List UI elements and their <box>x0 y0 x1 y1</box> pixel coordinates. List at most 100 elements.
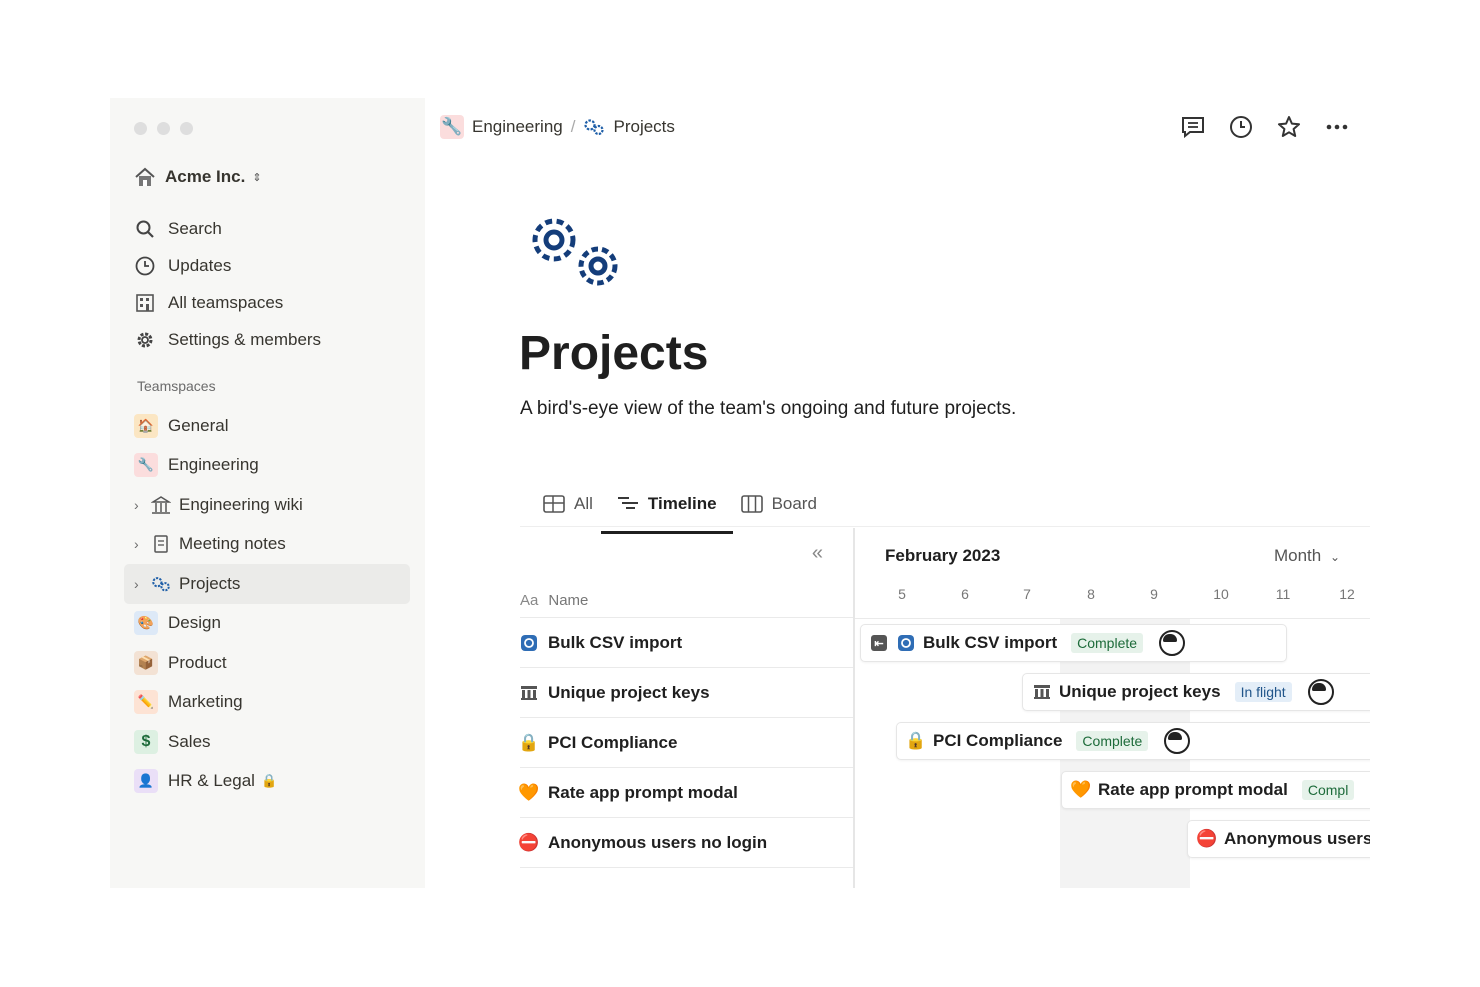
sidebar-item-meeting-notes[interactable]: › Meeting notes <box>124 525 410 565</box>
notebook-icon <box>151 534 171 554</box>
tab-board[interactable]: Board <box>729 488 829 520</box>
timeline-bar[interactable]: 🧡 Rate app prompt modal Compl <box>1061 771 1370 809</box>
sidebar-item-all-teamspaces[interactable]: All teamspaces <box>134 284 321 321</box>
table-row[interactable]: 🧡 Rate app prompt modal <box>518 768 853 818</box>
bar-name: Unique project keys <box>1059 682 1221 701</box>
table-row[interactable]: 🔒 PCI Compliance <box>518 718 853 768</box>
heart-icon: 🧡 <box>518 782 540 802</box>
table-header-name[interactable]: Aa Name <box>520 583 853 618</box>
breadcrumb-projects[interactable]: Projects <box>613 117 674 137</box>
main-content: 🔧 Engineering / Projects Projects A bird… <box>425 98 1370 888</box>
page-actions <box>1180 114 1350 140</box>
comments-button[interactable] <box>1180 114 1206 140</box>
wrench-icon: 🔧 <box>134 453 158 478</box>
timeline-grid: February 2023 Month ⌄ 5 6 7 8 9 10 11 12… <box>855 528 1370 888</box>
more-button[interactable] <box>1324 114 1350 140</box>
table-rows: Bulk CSV import Unique project keys 🔒 PC… <box>518 618 853 868</box>
clock-icon <box>134 255 156 277</box>
avatar <box>1307 679 1334 705</box>
status-badge: Complete <box>1071 633 1144 653</box>
table-row[interactable]: Bulk CSV import <box>520 618 853 668</box>
tabs-divider <box>520 526 1370 527</box>
timeline-bar[interactable]: ⛔ Anonymous users <box>1187 820 1370 858</box>
tab-all[interactable]: All <box>531 488 605 520</box>
minimize-window-button[interactable] <box>157 122 170 135</box>
status-badge: Complete <box>1076 731 1149 751</box>
import-icon <box>520 634 538 652</box>
sidebar-item-settings[interactable]: Settings & members <box>134 321 321 358</box>
day-label: 7 <box>1023 586 1031 602</box>
teamspace-list: 🏠 General 🔧 Engineering › Engineering wi… <box>124 406 410 801</box>
columns-icon <box>1033 683 1051 701</box>
timeline-bar[interactable]: Unique project keys In flight <box>1022 673 1370 711</box>
sidebar-item-label: Engineering <box>168 455 259 475</box>
no-entry-icon: ⛔ <box>518 832 540 852</box>
sidebar-item-marketing[interactable]: ✏️ Marketing <box>124 683 410 723</box>
heart-icon: 🧡 <box>1070 780 1092 799</box>
day-label: 5 <box>898 586 906 602</box>
house-icon <box>134 166 156 188</box>
gears-icon <box>151 574 171 594</box>
sidebar-item-search[interactable]: Search <box>134 210 321 247</box>
sidebar-item-engineering[interactable]: 🔧 Engineering <box>124 446 410 486</box>
close-window-button[interactable] <box>134 122 147 135</box>
sidebar-item-general[interactable]: 🏠 General <box>124 406 410 446</box>
row-name: Anonymous users no login <box>548 832 768 852</box>
sidebar-item-sales[interactable]: $ Sales <box>124 722 410 762</box>
no-entry-icon: ⛔ <box>1196 829 1218 848</box>
box-icon: 📦 <box>134 650 158 675</box>
clock-info-icon <box>1230 116 1252 138</box>
maximize-window-button[interactable] <box>180 122 193 135</box>
tab-label: Timeline <box>647 494 717 513</box>
chevron-right-icon[interactable]: › <box>134 576 146 592</box>
text-property-icon: Aa <box>520 591 539 609</box>
tab-label: Board <box>771 494 817 513</box>
sidebar-item-label: Updates <box>168 255 232 275</box>
bar-name: PCI Compliance <box>933 731 1063 750</box>
gears-icon[interactable] <box>521 208 631 303</box>
import-icon <box>897 634 915 652</box>
sidebar-item-label: Design <box>168 613 221 633</box>
chevron-right-icon[interactable]: › <box>134 497 146 513</box>
sidebar-item-projects[interactable]: › Projects <box>124 564 410 604</box>
person-icon: 👤 <box>134 769 158 794</box>
timeline-bar[interactable]: 🔒 PCI Compliance Complete <box>896 722 1370 760</box>
timeline-bar[interactable]: ⇤ Bulk CSV import Complete <box>860 624 1287 662</box>
gears-icon <box>583 116 605 138</box>
collapse-table-button[interactable]: « <box>812 542 823 565</box>
table-row[interactable]: ⛔ Anonymous users no login <box>518 818 853 868</box>
sidebar-item-label: Search <box>168 218 222 238</box>
breadcrumb-engineering[interactable]: Engineering <box>472 117 563 137</box>
timeline-days: 5 6 7 8 9 10 11 12 <box>855 584 1370 619</box>
sidebar-item-label: Sales <box>168 731 211 751</box>
view-tabs: All Timeline Board <box>531 488 829 534</box>
app-window: Acme Inc. ⇕ Search Updates All teamspace… <box>110 98 1370 888</box>
scale-label: Month <box>1273 546 1322 565</box>
table-row[interactable]: Unique project keys <box>520 668 853 718</box>
avatar <box>1159 630 1186 656</box>
chevron-down-icon: ⌄ <box>1329 550 1340 564</box>
sidebar-item-engineering-wiki[interactable]: › Engineering wiki <box>124 485 410 525</box>
sidebar-item-hr-legal[interactable]: 👤 HR & Legal 🔒 <box>124 762 410 802</box>
day-label: 10 <box>1213 586 1229 602</box>
star-icon <box>1278 116 1300 137</box>
sidebar-nav: Search Updates All teamspaces Settings &… <box>134 210 321 358</box>
sidebar-item-product[interactable]: 📦 Product <box>124 643 410 683</box>
favorite-button[interactable] <box>1276 114 1302 140</box>
timeline-scale-select[interactable]: Month ⌄ <box>1274 546 1340 566</box>
chevron-right-icon[interactable]: › <box>134 536 146 552</box>
sidebar-item-label: General <box>168 415 229 435</box>
sidebar-item-label: All teamspaces <box>168 292 284 312</box>
status-badge: Compl <box>1301 780 1355 800</box>
info-button[interactable] <box>1228 114 1254 140</box>
sidebar-item-label: Engineering wiki <box>179 494 303 514</box>
status-badge: In flight <box>1234 682 1292 702</box>
sidebar-item-design[interactable]: 🎨 Design <box>124 604 410 644</box>
tab-timeline[interactable]: Timeline <box>600 488 733 534</box>
workspace-switcher[interactable]: Acme Inc. ⇕ <box>134 166 262 188</box>
day-label: 11 <box>1275 586 1291 602</box>
pencil-icon: ✏️ <box>134 690 158 715</box>
open-item-icon[interactable]: ⇤ <box>871 635 887 651</box>
sidebar-item-updates[interactable]: Updates <box>134 247 321 284</box>
sidebar-item-label: Product <box>168 652 227 672</box>
